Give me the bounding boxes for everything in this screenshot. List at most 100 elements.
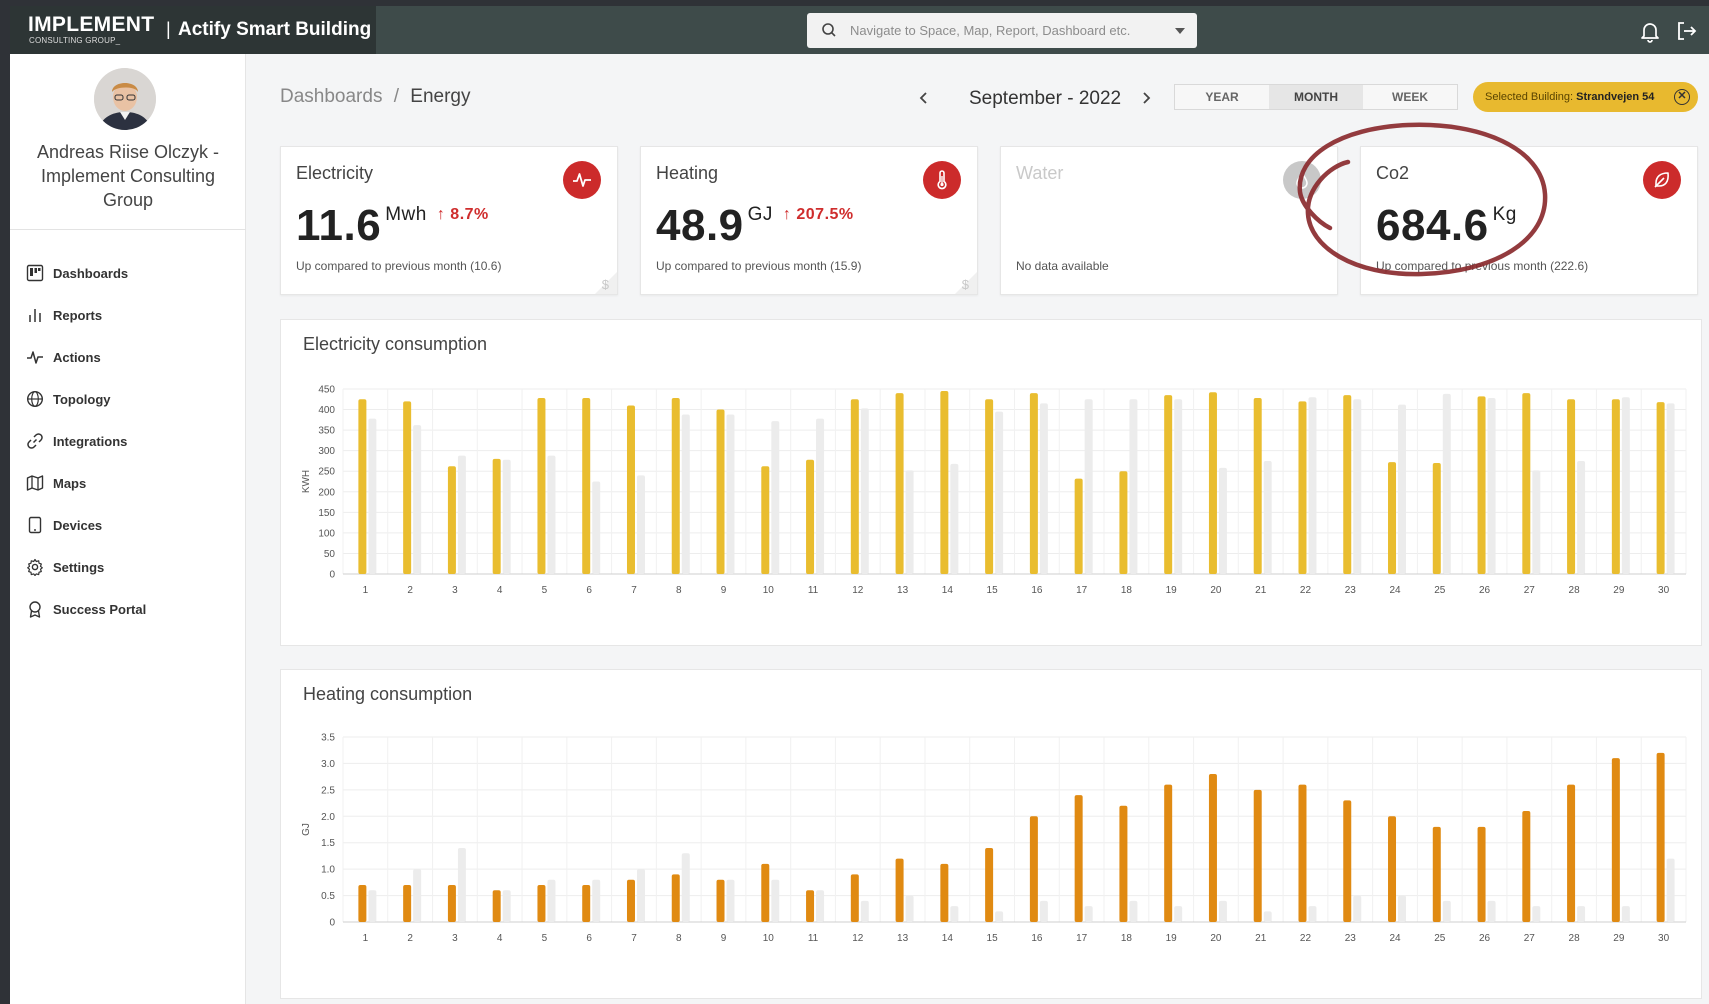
x-tick-label: 4 [497,933,503,944]
sidebar-item-reports[interactable]: Reports [26,294,236,336]
bar [1398,895,1407,922]
sidebar-item-label: Topology [53,391,111,407]
brand[interactable]: IMPLEMENT CONSULTING GROUP_ | Actify Sma… [10,6,376,54]
x-tick-label: 3 [452,585,458,596]
x-tick-label: 28 [1569,585,1581,596]
logout-icon[interactable] [1674,19,1698,43]
sidebar-item-success-portal[interactable]: Success Portal [26,588,236,630]
search-icon [822,23,836,37]
bar [726,879,735,922]
tab-week[interactable]: WEEK [1363,85,1457,109]
pulse-icon [27,351,43,364]
x-tick-label: 6 [586,585,592,596]
sidebar-item-settings[interactable]: Settings [26,546,236,588]
electricity-card[interactable]: Electricity 11.6 Mwh ↑ 8.7% Up compared to… [280,146,618,295]
y-tick-label: 200 [318,487,335,498]
water-card[interactable]: Water No data available [1000,146,1338,295]
x-tick-label: 26 [1479,585,1491,596]
close-icon[interactable]: ✕ [1674,89,1690,105]
sidebar-item-topology[interactable]: Topology [26,378,236,420]
bar [547,455,556,574]
x-tick-label: 10 [763,585,775,596]
bar [771,879,780,922]
bar [1074,478,1083,574]
sidebar-item-maps[interactable]: Maps [26,462,236,504]
x-tick-label: 2 [407,585,413,596]
card-title: Heating [656,163,719,183]
x-tick-label: 30 [1658,585,1670,596]
co2-card[interactable]: Co2 684.6 Kg Up compared to previous mont… [1360,146,1698,295]
x-tick-label: 25 [1434,585,1446,596]
bar [492,890,501,922]
heating-card[interactable]: Heating 48.9 GJ ↑ 207.5% Up compared to pr… [640,146,978,295]
bar [1388,816,1397,922]
x-tick-label: 11 [808,585,819,596]
bar [1119,805,1128,922]
sidebar-item-actions[interactable]: Actions [26,336,236,378]
x-tick-label: 18 [1121,933,1133,944]
search-input[interactable]: Navigate to Space, Map, Report, Dashboar… [807,13,1197,48]
sidebar-item-integrations[interactable]: Integrations [26,420,236,462]
x-tick-label: 3 [452,933,458,944]
bar [403,885,412,922]
bar [358,399,367,574]
bar [1477,826,1486,922]
bar-chart-icon [29,309,41,322]
selected-building-badge[interactable]: Selected Building: Strandvejen 54 ✕ [1473,82,1698,112]
chevron-down-icon[interactable] [1175,28,1185,34]
dashboard-icon [26,264,44,282]
bell-icon[interactable] [1638,19,1662,43]
x-tick-label: 22 [1300,933,1312,944]
sidebar-item-dashboards[interactable]: Dashboards [26,252,236,294]
company-logo-subtitle: CONSULTING GROUP_ [29,36,121,45]
bar [1388,462,1397,574]
sidebar-item-label: Reports [53,307,103,323]
bar [1298,784,1307,922]
gear-icon [27,558,43,576]
bar [1432,826,1441,922]
x-tick-label: 9 [721,585,727,596]
bar [1621,906,1630,922]
bar [771,421,780,574]
avatar[interactable] [94,68,156,130]
bar [1522,811,1531,922]
period-label: September - 2022 [969,88,1122,109]
bar [457,455,466,574]
card-title: Co2 [1376,163,1410,183]
sidebar-item-devices[interactable]: Devices [26,504,236,546]
x-tick-label: 4 [497,585,503,596]
bar [547,879,556,922]
bar [850,399,859,574]
bar [1218,900,1227,922]
y-tick-label: 0 [329,918,335,929]
bar [860,408,869,574]
bar [905,470,914,574]
bar [985,399,994,574]
bar [413,869,422,922]
x-tick-label: 14 [942,585,954,596]
card-value: 11.6 Mwh ↑ 8.7% [296,201,489,250]
x-tick-label: 9 [721,933,727,944]
x-tick-label: 27 [1524,933,1536,944]
bar [940,391,949,574]
sidebar: Andreas Riise Olczyk - Implement Consult… [10,54,246,1004]
chevron-right-icon[interactable] [1138,90,1154,106]
breadcrumb-dashboards[interactable]: Dashboards [280,86,382,107]
sidebar-item-label: Dashboards [53,265,129,281]
bar [592,481,601,574]
card-unit: Mwh [385,204,427,225]
globe-icon [26,390,44,408]
x-tick-label: 10 [763,933,775,944]
chevron-left-icon[interactable] [916,90,932,106]
x-tick-label: 13 [897,933,909,944]
bar [636,475,645,574]
tab-month[interactable]: MONTH [1269,85,1363,109]
x-tick-label: 5 [542,933,548,944]
bar [1263,460,1272,574]
y-tick-label: 50 [324,549,336,560]
y-axis-label: KWH [301,470,312,493]
x-tick-label: 23 [1345,585,1357,596]
tab-year[interactable]: YEAR [1175,85,1269,109]
bar [950,463,959,574]
x-tick-label: 13 [897,585,909,596]
